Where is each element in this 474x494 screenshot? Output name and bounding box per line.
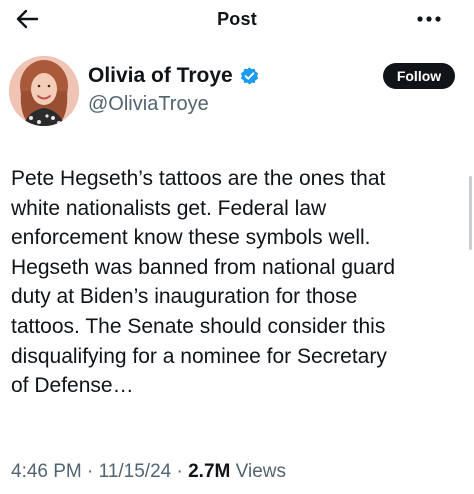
page-title: Post: [217, 9, 257, 29]
post-text-line: disqualifying for a nominee for Secretar…: [11, 344, 387, 368]
post-text-line: tattoos. The Senate should consider this: [11, 314, 386, 338]
top-bar: Post: [0, 0, 474, 40]
post-page: Post Olivia of Troye @OliviaTroye Follow…: [0, 0, 474, 494]
meta-separator: ·: [171, 461, 189, 482]
post-meta: 4:46 PM · 11/15/24 · 2.7M Views: [11, 461, 286, 483]
post-text-line: Hegseth was banned from national guard: [11, 255, 396, 279]
post-text: Pete Hegseth’s tattoos are the ones that…: [11, 164, 463, 401]
meta-separator: ·: [81, 461, 99, 482]
post-text-line: white nationalists get. Federal law: [11, 196, 327, 220]
author-name-row[interactable]: Olivia of Troye: [88, 62, 260, 90]
author-handle[interactable]: @OliviaTroye: [88, 93, 209, 116]
post-text-line: duty at Biden’s inauguration for those: [11, 285, 358, 309]
post-text-line: enforcement know these symbols well.: [11, 226, 371, 250]
post-date[interactable]: 11/15/24: [99, 461, 172, 482]
post-text-line: Pete Hegseth’s tattoos are the ones that: [11, 167, 386, 190]
more-options-button[interactable]: [412, 8, 446, 30]
follow-button[interactable]: Follow: [383, 63, 455, 89]
post-text-line: of Defense…: [11, 374, 134, 398]
author-name: Olivia of Troye: [88, 64, 233, 87]
post-time[interactable]: 4:46 PM: [11, 461, 82, 482]
profile-photo: [9, 56, 79, 126]
verified-badge-icon: [239, 66, 260, 87]
scrollbar[interactable]: [469, 176, 472, 250]
avatar[interactable]: [9, 56, 79, 126]
views-count[interactable]: 2.7M: [188, 461, 230, 482]
more-horizontal-icon: [417, 16, 441, 22]
views-label: Views: [230, 461, 286, 482]
